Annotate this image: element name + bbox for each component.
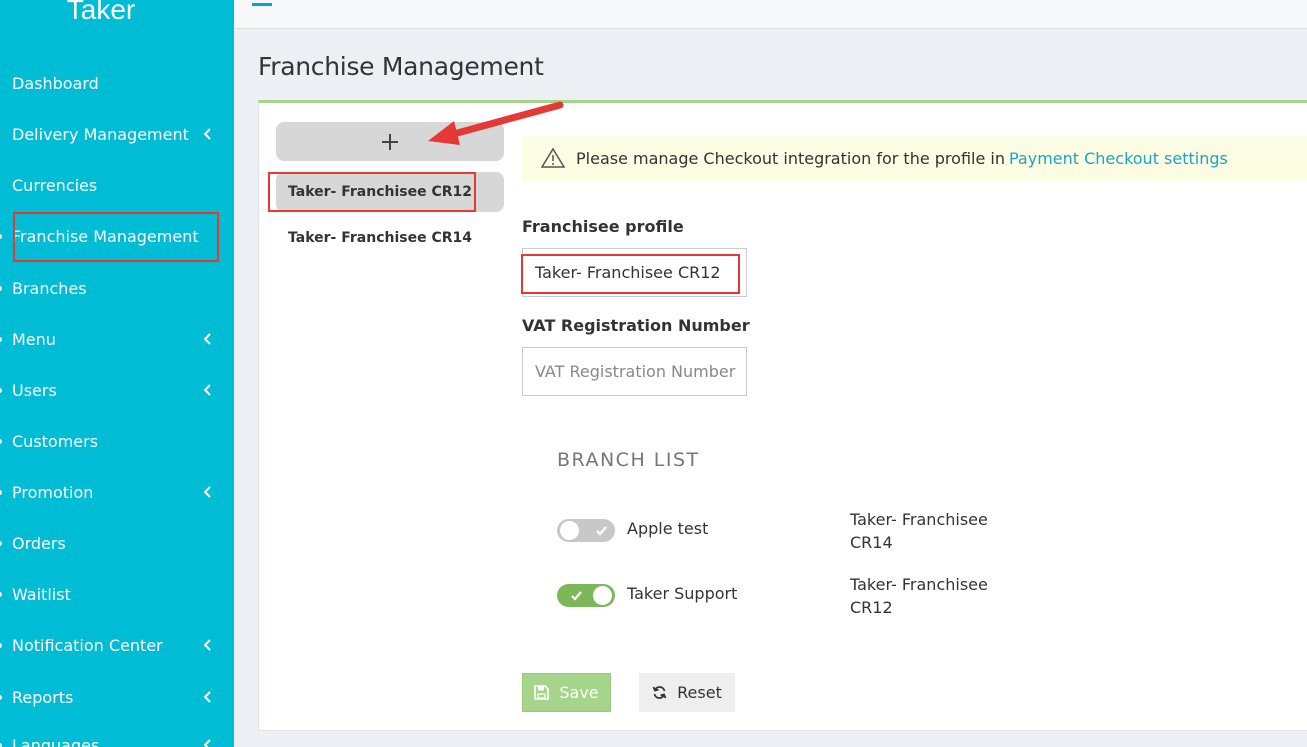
- sidebar-item-label: Notification Center: [12, 635, 163, 655]
- sidebar-item-customers[interactable]: Customers: [0, 421, 234, 461]
- top-bar: [234, 0, 1307, 29]
- bullet-icon: [0, 337, 2, 342]
- sidebar-item-languages[interactable]: Languages: [0, 725, 234, 747]
- sidebar: Taker Dashboard Delivery Management Curr…: [0, 0, 234, 747]
- profile-list-item[interactable]: Taker- Franchisee CR14: [276, 218, 504, 258]
- vat-registration-label: VAT Registration Number: [522, 316, 750, 335]
- sidebar-item-label: Menu: [12, 329, 56, 349]
- chevron-left-icon: [203, 639, 211, 651]
- save-button[interactable]: Save: [522, 673, 611, 712]
- check-icon: [596, 526, 607, 536]
- warning-icon: [540, 147, 566, 168]
- sidebar-item-label: Orders: [12, 533, 66, 553]
- reset-button[interactable]: Reset: [639, 673, 735, 712]
- bullet-icon: [0, 743, 2, 747]
- vat-registration-input[interactable]: [522, 347, 747, 396]
- toggle-knob: [560, 521, 579, 540]
- branch-owner-line: CR12: [850, 598, 893, 617]
- bullet-icon: [0, 541, 2, 546]
- branch-owner-line: Taker- Franchisee: [850, 510, 988, 529]
- sidebar-item-label: Waitlist: [12, 584, 71, 604]
- bullet-icon: [0, 439, 2, 444]
- chevron-left-icon: [203, 739, 211, 747]
- hamburger-menu-icon[interactable]: [252, 0, 272, 11]
- branch-owner-line: Taker- Franchisee: [850, 575, 988, 594]
- sidebar-item-reports[interactable]: Reports: [0, 677, 234, 717]
- franchisee-profile-input[interactable]: [522, 248, 747, 297]
- chevron-left-icon: [203, 691, 211, 703]
- floppy-disk-icon: [534, 685, 550, 700]
- chevron-left-icon: [203, 486, 211, 498]
- sidebar-item-label: Languages: [12, 735, 100, 747]
- toggle-knob: [593, 586, 612, 605]
- reset-button-label: Reset: [677, 683, 722, 702]
- sidebar-item-notification-center[interactable]: Notification Center: [0, 625, 234, 665]
- bullet-icon: [0, 286, 2, 291]
- sidebar-item-label: Promotion: [12, 482, 94, 502]
- sidebar-item-waitlist[interactable]: Waitlist: [0, 574, 234, 614]
- check-icon: [571, 591, 582, 601]
- sidebar-item-delivery-management[interactable]: Delivery Management: [0, 114, 234, 154]
- save-button-label: Save: [559, 683, 599, 702]
- highlight-box: [13, 212, 219, 262]
- branch-owner: Taker- Franchisee CR14: [850, 508, 1000, 554]
- page-title: Franchise Management: [258, 52, 544, 81]
- bullet-icon: [0, 643, 2, 648]
- bullet-icon: [0, 490, 2, 495]
- sidebar-item-label: Users: [12, 380, 57, 400]
- sidebar-item-label: Customers: [12, 431, 99, 451]
- bullet-icon: [0, 234, 2, 239]
- branch-owner: Taker- Franchisee CR12: [850, 573, 1000, 619]
- refresh-icon: [652, 686, 667, 699]
- plus-icon: [382, 133, 398, 150]
- bullet-icon: [0, 388, 2, 393]
- profile-list-label: Taker- Franchisee CR14: [288, 230, 472, 246]
- sidebar-item-label: Branches: [12, 278, 87, 298]
- sidebar-item-currencies[interactable]: Currencies: [0, 165, 234, 205]
- chevron-left-icon: [203, 384, 211, 396]
- sidebar-item-promotion[interactable]: Promotion: [0, 472, 234, 512]
- franchisee-profile-label: Franchisee profile: [522, 217, 684, 236]
- branch-toggle[interactable]: [557, 519, 615, 542]
- branch-list-title: BRANCH LIST: [557, 449, 700, 471]
- sidebar-item-label: Reports: [12, 687, 74, 707]
- chevron-left-icon: [203, 128, 211, 140]
- sidebar-item-label: Dashboard: [12, 73, 99, 93]
- sidebar-item-label: Currencies: [12, 175, 98, 195]
- branch-owner-line: CR14: [850, 533, 893, 552]
- payment-checkout-settings-link[interactable]: Payment Checkout settings: [1009, 149, 1228, 168]
- branch-name: Taker Support: [627, 584, 738, 603]
- highlight-box: [268, 172, 476, 212]
- brand-logo: Taker: [66, 0, 136, 25]
- sidebar-item-dashboard[interactable]: Dashboard: [0, 63, 234, 103]
- sidebar-item-users[interactable]: Users: [0, 370, 234, 410]
- bullet-icon: [0, 695, 2, 700]
- alert-text: Please manage Checkout integration for t…: [576, 148, 1005, 168]
- chevron-left-icon: [203, 333, 211, 345]
- sidebar-item-label: Delivery Management: [12, 124, 189, 144]
- branch-toggle[interactable]: [557, 584, 615, 607]
- sidebar-item-branches[interactable]: Branches: [0, 268, 234, 308]
- branch-name: Apple test: [627, 519, 709, 538]
- sidebar-item-menu[interactable]: Menu: [0, 319, 234, 359]
- sidebar-item-orders[interactable]: Orders: [0, 523, 234, 563]
- checkout-alert: Please manage Checkout integration for t…: [522, 135, 1307, 181]
- bullet-icon: [0, 592, 2, 597]
